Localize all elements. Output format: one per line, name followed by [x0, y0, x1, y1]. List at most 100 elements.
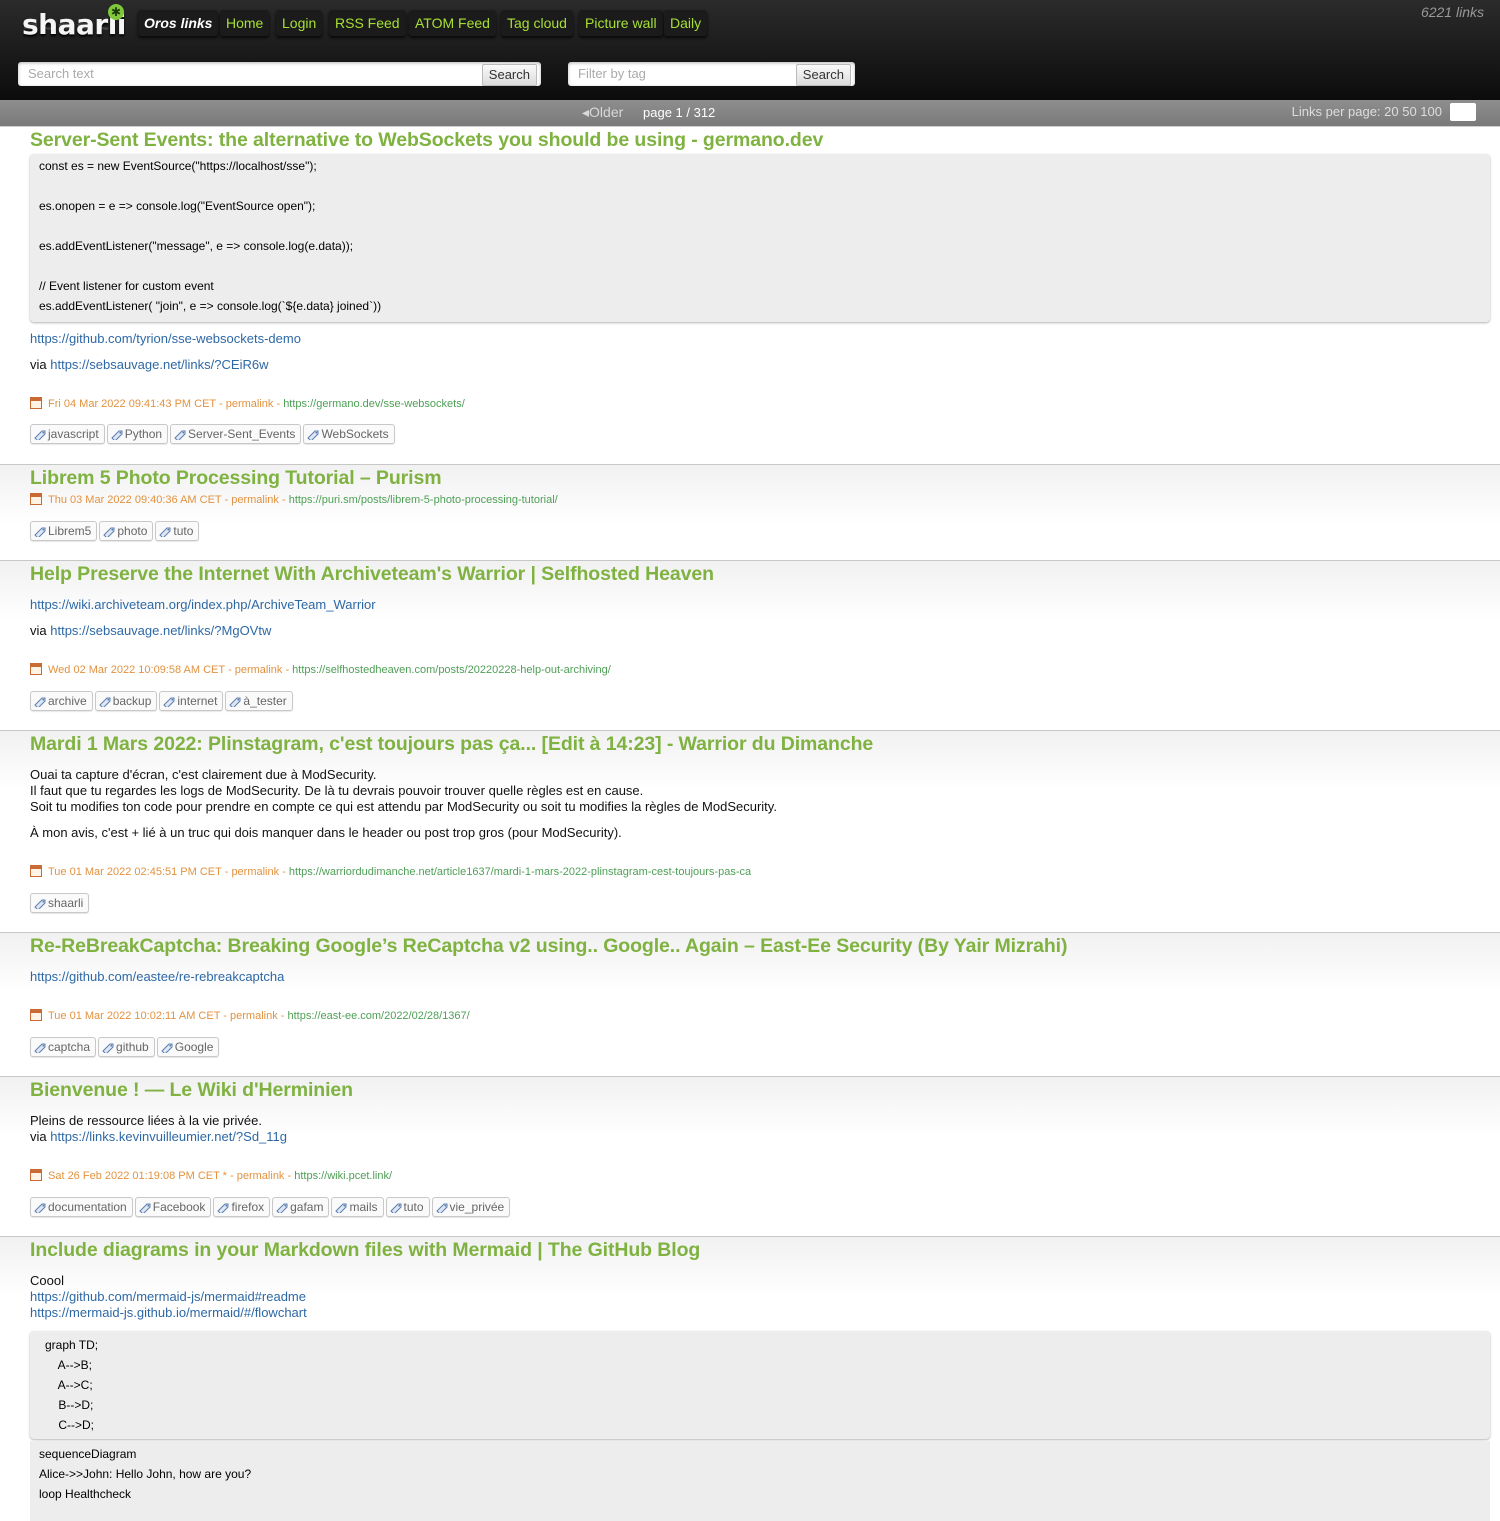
tag-item[interactable]: firefox	[213, 1197, 271, 1217]
tag-item[interactable]: shaarli	[30, 893, 90, 913]
tag-item[interactable]: Librem5	[30, 521, 98, 541]
via-link[interactable]: https://sebsauvage.net/links/?CEiR6w	[50, 357, 268, 372]
description-text: Il faut que tu regardes les logs de ModS…	[30, 783, 644, 798]
link-url[interactable]: https://germano.dev/sse-websockets/	[283, 398, 465, 410]
description-link[interactable]: https://github.com/mermaid-js/mermaid#re…	[30, 1289, 306, 1305]
calendar-icon	[30, 1169, 42, 1181]
tag-icon	[173, 427, 188, 441]
tag-label: archive	[48, 694, 87, 708]
tag-icon	[228, 694, 243, 708]
tag-item[interactable]: Server-Sent_Events	[170, 424, 302, 444]
tag-item[interactable]: Google	[156, 1037, 220, 1057]
permalink[interactable]: permalink	[231, 494, 279, 506]
tag-item[interactable]: captcha	[30, 1037, 97, 1057]
description-link[interactable]: https://mermaid-js.github.io/mermaid/#/f…	[30, 1305, 307, 1321]
link-title[interactable]: Include diagrams in your Markdown files …	[30, 1239, 700, 1262]
tag-item[interactable]: gafam	[272, 1197, 330, 1217]
tag-item[interactable]: archive	[30, 691, 93, 711]
link-title[interactable]: Librem 5 Photo Processing Tutorial – Pur…	[30, 467, 442, 490]
tag-item[interactable]: tuto	[385, 1197, 430, 1217]
tag-list: captcha github Google	[30, 1037, 221, 1057]
search-text-input[interactable]: Search text Search	[18, 62, 541, 86]
code-line: // Event listener for custom event	[39, 279, 214, 293]
link-meta: Sat 26 Feb 2022 01:19:08 PM CET * - perm…	[30, 1169, 392, 1182]
permalink[interactable]: permalink	[231, 866, 279, 878]
link-url[interactable]: https://east-ee.com/2022/02/28/1367/	[287, 1010, 469, 1022]
link-title[interactable]: Mardi 1 Mars 2022: Plinstagram, c'est to…	[30, 733, 873, 756]
description-text: Pleins de ressource liées à la vie privé…	[30, 1113, 262, 1128]
permalink[interactable]: permalink	[237, 1170, 285, 1182]
nav-atom-feed[interactable]: ATOM Feed	[409, 10, 496, 36]
tag-icon	[275, 1200, 290, 1214]
tag-label: firefox	[231, 1200, 265, 1214]
filter-tag-search-button[interactable]: Search	[795, 64, 851, 86]
code-line: loop Healthcheck	[39, 1487, 132, 1501]
description-link[interactable]: https://github.com/tyrion/sse-websockets…	[30, 331, 301, 347]
tag-item[interactable]: à_tester	[225, 691, 293, 711]
code-block: graph TD; A-->B; A-->C; B-->D; C-->D;	[30, 1331, 1490, 1439]
nav-title[interactable]: Oros links	[138, 10, 219, 36]
tag-item[interactable]: Python	[106, 424, 169, 444]
tag-item[interactable]: WebSockets	[303, 424, 395, 444]
description-link[interactable]: https://github.com/eastee/re-rebreakcapt…	[30, 969, 284, 985]
nav-home[interactable]: Home	[220, 10, 270, 36]
permalink[interactable]: permalink	[226, 398, 274, 410]
tag-list: archive backup internet à_tester	[30, 691, 295, 711]
tag-item[interactable]: Facebook	[134, 1197, 212, 1217]
page-number: page 1 / 312	[643, 105, 716, 120]
link-date: Tue 01 Mar 2022 10:02:11 AM CET -	[48, 1010, 231, 1022]
link-url[interactable]: https://puri.sm/posts/librem-5-photo-pro…	[289, 494, 558, 506]
tag-item[interactable]: mails	[331, 1197, 384, 1217]
link-entry: Server-Sent Events: the alternative to W…	[0, 127, 1500, 464]
tag-label: shaarli	[48, 896, 84, 910]
via-line: via https://sebsauvage.net/links/?CEiR6w	[30, 357, 268, 373]
tag-item[interactable]: tuto	[155, 521, 200, 541]
link-title[interactable]: Bienvenue ! — Le Wiki d'Herminien	[30, 1079, 353, 1102]
tag-item[interactable]: github	[98, 1037, 155, 1057]
nav-picture-wall[interactable]: Picture wall	[579, 10, 663, 36]
links-per-page-input[interactable]	[1450, 103, 1476, 121]
link-title[interactable]: Server-Sent Events: the alternative to W…	[30, 129, 823, 152]
tag-label: gafam	[290, 1200, 324, 1214]
calendar-icon	[30, 1009, 42, 1021]
link-title[interactable]: Help Preserve the Internet With Archivet…	[30, 563, 714, 586]
via-link[interactable]: https://links.kevinvuilleumier.net/?Sd_1…	[50, 1129, 287, 1144]
permalink[interactable]: permalink	[230, 1010, 278, 1022]
link-url[interactable]: https://wiki.pcet.link/	[294, 1170, 392, 1182]
nav-tag-cloud[interactable]: Tag cloud	[501, 10, 573, 36]
older-link[interactable]: ◂Older	[582, 104, 623, 121]
link-url[interactable]: https://warriordudimanche.net/article163…	[289, 866, 751, 878]
via-label: via	[30, 357, 51, 372]
tag-label: Google	[174, 1040, 214, 1054]
tag-item[interactable]: documentation	[30, 1197, 133, 1217]
tag-label: Python	[124, 427, 163, 441]
tag-icon	[102, 524, 117, 538]
shaarli-logo[interactable]: shaarli shaarli ✱	[20, 4, 126, 52]
via-label: via	[30, 623, 51, 638]
nav-daily[interactable]: Daily	[664, 10, 708, 36]
tag-item[interactable]: internet	[159, 691, 224, 711]
description-link[interactable]: https://wiki.archiveteam.org/index.php/A…	[30, 597, 376, 613]
code-line: es.addEventListener("message", e => cons…	[39, 239, 354, 253]
tag-icon	[98, 694, 113, 708]
search-text-button[interactable]: Search	[481, 64, 537, 86]
tag-item[interactable]: backup	[94, 691, 158, 711]
links-per-page[interactable]: Links per page: 20 50 100	[1292, 104, 1442, 119]
link-meta: Fri 04 Mar 2022 09:41:43 PM CET - permal…	[30, 397, 465, 410]
link-url[interactable]: https://selfhostedheaven.com/posts/20220…	[292, 664, 611, 676]
code-line: sequenceDiagram	[39, 1447, 137, 1461]
link-entry: Bienvenue ! — Le Wiki d'Herminien Pleins…	[0, 1076, 1500, 1237]
link-title[interactable]: Re-ReBreakCaptcha: Breaking Google’s ReC…	[30, 935, 1067, 958]
tag-item[interactable]: photo	[99, 521, 154, 541]
tag-item[interactable]: javascript	[30, 424, 105, 444]
filter-tag-input[interactable]: Filter by tag Search	[568, 62, 855, 86]
code-block: const es = new EventSource("https://loca…	[30, 154, 1490, 322]
nav-rss-feed[interactable]: RSS Feed	[329, 10, 406, 36]
tag-item[interactable]: vie_privée	[431, 1197, 511, 1217]
code-line: A-->B;	[45, 1358, 93, 1372]
tag-icon	[33, 896, 48, 910]
via-link[interactable]: https://sebsauvage.net/links/?MgOVtw	[50, 623, 271, 638]
permalink[interactable]: permalink	[235, 664, 283, 676]
link-entry: Mardi 1 Mars 2022: Plinstagram, c'est to…	[0, 730, 1500, 933]
nav-login[interactable]: Login	[276, 10, 323, 36]
